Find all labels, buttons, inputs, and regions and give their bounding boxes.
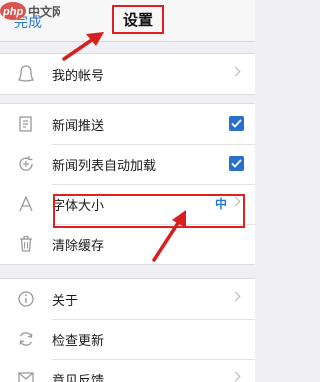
font-size-value: 中	[214, 197, 227, 211]
auto-load-checkbox[interactable]	[229, 156, 244, 171]
info-icon	[0, 279, 52, 319]
clear-cache-row[interactable]: 清除缓存	[0, 224, 255, 264]
trash-icon	[0, 224, 52, 264]
news-push-row[interactable]: 新闻推送	[0, 104, 255, 144]
page-title: 设置	[112, 5, 164, 34]
reading-settings-group: 新闻推送 新闻列表自动加载 字体大小 中 清除缓存	[0, 103, 255, 265]
font-size-row[interactable]: 字体大小 中	[0, 184, 255, 224]
about-label: 关于	[52, 293, 79, 309]
news-push-icon	[0, 104, 52, 144]
news-push-label: 新闻推送	[52, 118, 105, 134]
about-row[interactable]: 关于	[0, 279, 255, 319]
auto-load-label: 新闻列表自动加载	[52, 158, 157, 174]
feedback-icon	[0, 359, 52, 382]
check-update-row[interactable]: 检查更新	[0, 319, 255, 359]
clear-cache-label: 清除缓存	[52, 238, 105, 254]
check-update-label: 检查更新	[52, 333, 105, 349]
font-size-icon	[0, 184, 52, 224]
feedback-row[interactable]: 意见反馈	[0, 359, 255, 382]
feedback-label: 意见反馈	[52, 373, 105, 382]
page-title-text: 设置	[122, 11, 153, 29]
news-push-checkbox[interactable]	[229, 116, 244, 131]
checkmark-icon	[231, 119, 242, 128]
checkmark-icon	[231, 159, 242, 168]
auto-load-icon	[0, 144, 52, 184]
watermark-text: 中文网	[28, 4, 60, 19]
logo-text: php	[2, 6, 23, 18]
account-icon	[0, 54, 52, 94]
refresh-icon	[0, 319, 52, 359]
account-group: 我的帐号	[0, 53, 255, 95]
account-label: 我的帐号	[52, 68, 105, 84]
account-row[interactable]: 我的帐号	[0, 54, 255, 94]
auto-load-row[interactable]: 新闻列表自动加载	[0, 144, 255, 184]
php-logo-watermark: php 中文网	[0, 2, 60, 20]
about-group: 关于 检查更新 意见反馈	[0, 278, 255, 382]
